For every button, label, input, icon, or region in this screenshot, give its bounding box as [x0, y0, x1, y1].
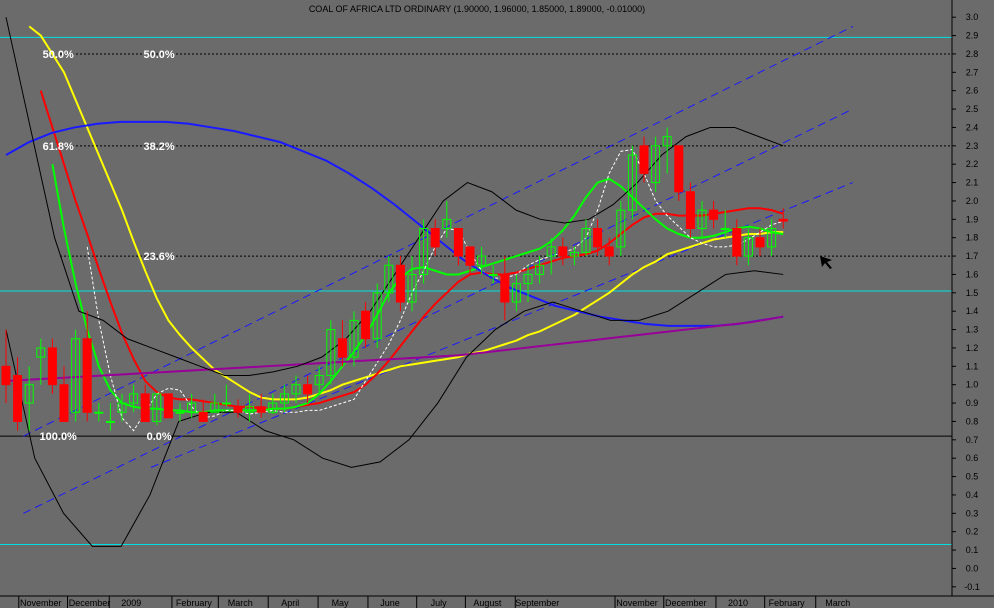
- x-tick-label-2: 2009: [121, 598, 141, 608]
- candle-body-20: [233, 406, 243, 413]
- candle-body-7: [82, 338, 92, 413]
- plot-background: [0, 0, 994, 608]
- candle-body-9: [105, 420, 115, 423]
- x-tick-label-3: February: [176, 598, 213, 608]
- candle-body-58: [674, 145, 684, 193]
- fib-label-4: 23.6%: [144, 251, 175, 263]
- fib-label-2: 61.8%: [43, 141, 74, 153]
- candle-body-51: [593, 228, 603, 248]
- x-tick-label-11: November: [616, 598, 658, 608]
- candle-body-1: [13, 375, 23, 422]
- y-tick-label-0: -0.1: [964, 582, 980, 592]
- candle-body-12: [140, 393, 150, 422]
- x-tick-label-0: November: [20, 598, 62, 608]
- y-tick-label-14: 1.3: [966, 325, 979, 335]
- candle-body-15: [175, 411, 185, 414]
- y-tick-label-6: 0.5: [966, 472, 979, 482]
- candle-body-5: [59, 384, 69, 422]
- candle-body-17: [198, 411, 208, 422]
- x-tick-label-1: December: [69, 598, 111, 608]
- candle-body-43: [500, 273, 510, 303]
- candle-body-59: [685, 191, 695, 229]
- candle-body-55: [639, 145, 649, 174]
- x-tick-label-6: May: [332, 598, 350, 608]
- x-tick-label-12: December: [665, 598, 707, 608]
- y-tick-label-31: 3.0: [966, 12, 979, 22]
- candle-body-14: [163, 393, 173, 419]
- x-tick-label-10: September: [515, 598, 559, 608]
- y-tick-label-24: 2.3: [966, 141, 979, 151]
- candle-body-19: [221, 402, 231, 405]
- candle-body-48: [558, 246, 568, 257]
- fib-label-1: 50.0%: [144, 49, 175, 61]
- y-tick-label-2: 0.1: [966, 545, 979, 555]
- candle-body-22: [256, 406, 266, 413]
- y-tick-label-12: 1.1: [966, 361, 979, 371]
- chart-title: COAL OF AFRICA LTD ORDINARY (1.90000, 1.…: [309, 4, 645, 14]
- y-tick-label-15: 1.4: [966, 306, 979, 316]
- x-tick-label-7: June: [380, 598, 400, 608]
- candle-body-67: [778, 218, 788, 222]
- x-tick-label-13: 2010: [728, 598, 748, 608]
- y-tick-label-26: 2.5: [966, 104, 979, 114]
- candle-body-29: [337, 338, 347, 358]
- candle-body-52: [604, 246, 614, 257]
- candle-body-31: [361, 310, 371, 340]
- candle-body-40: [465, 246, 475, 266]
- y-tick-label-17: 1.6: [966, 269, 979, 279]
- y-tick-label-13: 1.2: [966, 343, 979, 353]
- y-tick-label-19: 1.8: [966, 233, 979, 243]
- price-chart: COAL OF AFRICA LTD ORDINARY (1.90000, 1.…: [0, 0, 994, 608]
- candle-body-26: [303, 384, 313, 395]
- candle-body-37: [430, 228, 440, 248]
- fib-label-0: 50.0%: [43, 49, 74, 61]
- y-tick-label-28: 2.7: [966, 67, 979, 77]
- y-tick-label-30: 2.9: [966, 31, 979, 41]
- candle-body-39: [453, 228, 463, 257]
- y-tick-label-9: 0.8: [966, 416, 979, 426]
- candle-body-63: [732, 228, 742, 257]
- y-tick-label-21: 2.0: [966, 196, 979, 206]
- y-tick-label-18: 1.7: [966, 251, 979, 261]
- y-tick-label-10: 0.9: [966, 398, 979, 408]
- y-tick-label-3: 0.2: [966, 527, 979, 537]
- candle-body-0: [1, 365, 11, 386]
- x-tick-label-15: March: [825, 598, 850, 608]
- fib-label-3: 38.2%: [144, 141, 175, 153]
- y-tick-label-20: 1.9: [966, 214, 979, 224]
- y-tick-label-11: 1.0: [966, 380, 979, 390]
- x-tick-label-5: April: [281, 598, 299, 608]
- y-tick-label-1: 0.0: [966, 563, 979, 573]
- x-tick-label-9: August: [473, 598, 502, 608]
- candle-body-65: [755, 237, 765, 248]
- candle-body-34: [395, 264, 405, 303]
- y-tick-label-4: 0.3: [966, 508, 979, 518]
- candle-body-61: [709, 209, 719, 220]
- y-tick-label-16: 1.5: [966, 288, 979, 298]
- candle-body-8: [94, 411, 104, 414]
- chart-container: COAL OF AFRICA LTD ORDINARY (1.90000, 1.…: [0, 0, 994, 608]
- y-tick-label-8: 0.7: [966, 435, 979, 445]
- y-tick-label-25: 2.4: [966, 122, 979, 132]
- fib-label-6: 0.0%: [147, 431, 172, 443]
- y-tick-label-23: 2.2: [966, 159, 979, 169]
- candle-body-62: [720, 228, 730, 230]
- y-tick-label-29: 2.8: [966, 49, 979, 59]
- candle-body-42: [488, 273, 498, 276]
- y-tick-label-22: 2.1: [966, 178, 979, 188]
- y-tick-label-27: 2.6: [966, 86, 979, 96]
- x-tick-label-4: March: [228, 598, 253, 608]
- y-tick-label-5: 0.4: [966, 490, 979, 500]
- x-tick-label-8: July: [431, 598, 448, 608]
- candle-body-4: [47, 347, 57, 386]
- y-tick-label-7: 0.6: [966, 453, 979, 463]
- fib-label-5: 100.0%: [40, 431, 78, 443]
- x-tick-label-14: February: [769, 598, 806, 608]
